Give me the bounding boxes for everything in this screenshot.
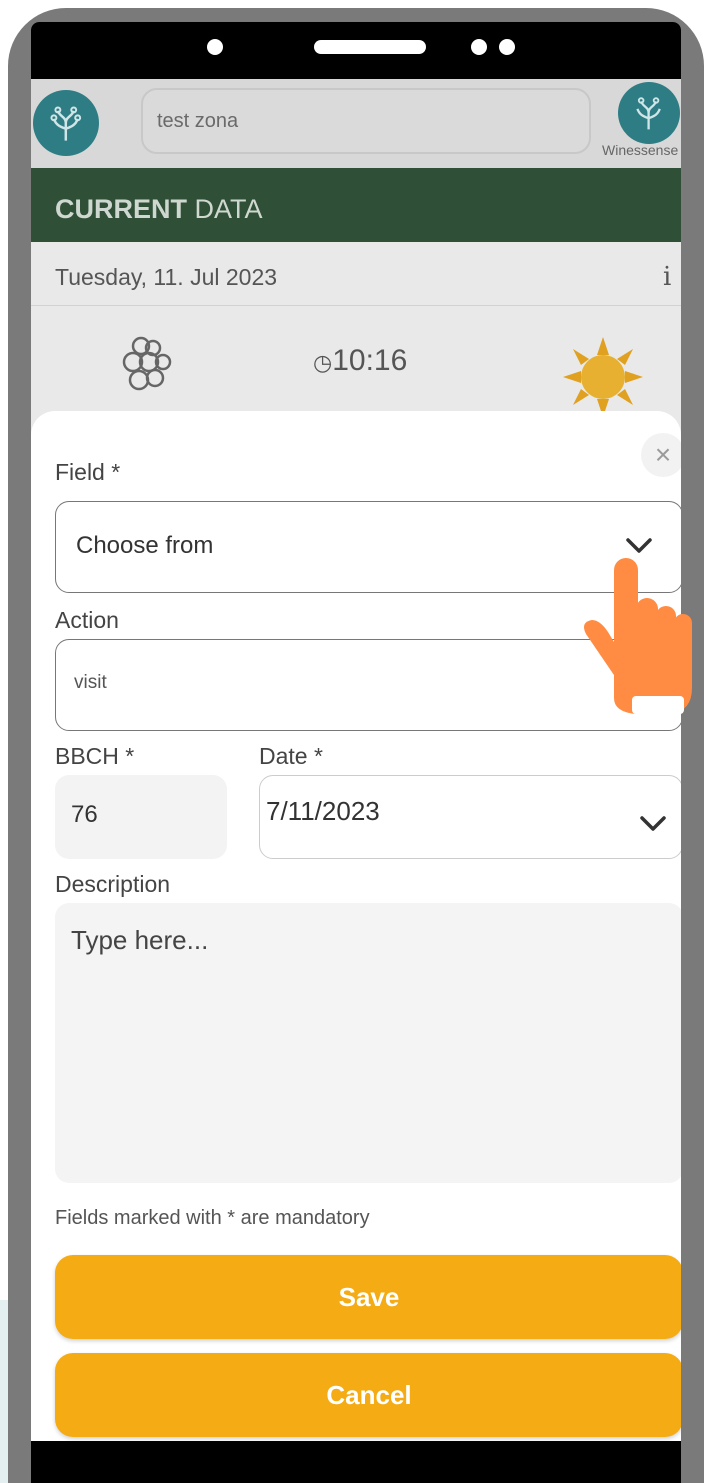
phone-frame: test zona Winessense CURRENT DATA Tuesda… <box>8 8 704 1483</box>
action-label: Action <box>55 607 119 633</box>
field-label: Field * <box>55 459 121 485</box>
bbch-label: BBCH * <box>55 743 135 769</box>
description-textarea[interactable]: Type here... <box>55 903 681 1183</box>
field-select-value: Choose from <box>76 532 214 559</box>
current-time: ◷10:16 <box>313 344 407 378</box>
description-placeholder: Type here... <box>71 925 209 955</box>
camera-dot <box>207 39 223 55</box>
sensor-dot <box>471 39 487 55</box>
vine-icon <box>636 97 662 130</box>
brand-logo-icon[interactable] <box>618 82 680 144</box>
save-button-label: Save <box>338 1281 400 1312</box>
section-title-rest: DATA <box>187 194 263 224</box>
close-button[interactable]: × <box>641 433 681 477</box>
save-button[interactable]: Save <box>55 1255 681 1339</box>
brand-label: Winessense <box>602 142 679 158</box>
bbch-input[interactable]: 76 <box>55 775 227 859</box>
mandatory-note: Fields marked with * are mandatory <box>55 1207 370 1229</box>
zone-value: test zona <box>157 109 239 132</box>
date-label: Date * <box>259 743 323 769</box>
speaker-pill <box>314 40 426 54</box>
cancel-button[interactable]: Cancel <box>55 1353 681 1437</box>
date-value: 7/11/2023 <box>266 796 380 826</box>
info-icon[interactable]: i <box>663 262 671 292</box>
description-label: Description <box>55 871 171 897</box>
grape-disease-icon <box>111 332 181 407</box>
app-logo-icon[interactable] <box>33 90 99 156</box>
clock-icon: ◷ <box>313 350 333 375</box>
navigation-bar <box>31 1441 681 1483</box>
cancel-button-label: Cancel <box>326 1379 412 1410</box>
current-date: Tuesday, 11. Jul 2023 <box>55 264 278 290</box>
section-title-bold: CURRENT <box>55 194 187 224</box>
date-picker[interactable]: 7/11/2023 <box>259 775 681 859</box>
sun-icon <box>553 337 653 422</box>
status-bar <box>31 22 681 79</box>
action-input-value: visit <box>74 672 107 693</box>
close-icon: × <box>654 439 672 470</box>
bbch-value: 76 <box>71 801 98 828</box>
section-title: CURRENT DATA <box>55 194 263 225</box>
zone-selector[interactable]: test zona <box>141 88 591 154</box>
phone-screen: test zona Winessense CURRENT DATA Tuesda… <box>31 22 681 1483</box>
chevron-down-icon <box>640 816 666 831</box>
divider <box>31 305 681 306</box>
sensor-dot <box>499 39 515 55</box>
pointing-hand-icon <box>580 548 698 723</box>
vine-icon <box>50 106 82 141</box>
time-value: 10:16 <box>332 344 408 377</box>
